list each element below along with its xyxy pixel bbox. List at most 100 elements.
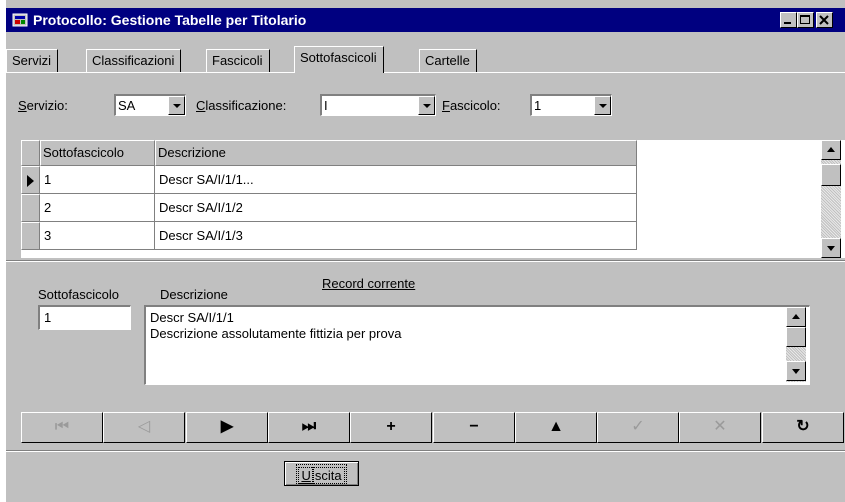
minimize-button[interactable]: [780, 12, 797, 28]
last-record-button[interactable]: ⏭: [268, 412, 350, 443]
chevron-down-icon: [599, 104, 607, 108]
classificazione-label-text: lassificazione:: [205, 98, 287, 113]
maximize-icon: [800, 15, 810, 24]
tab-servizi[interactable]: Servizi: [6, 49, 59, 72]
scroll-down-button[interactable]: [786, 361, 806, 381]
insert-record-button[interactable]: +: [350, 412, 432, 443]
tab-sottofascicoli[interactable]: Sottofascicoli: [294, 46, 384, 73]
scroll-thumb[interactable]: [786, 327, 806, 347]
next-record-icon: ▶: [220, 418, 234, 435]
delete-record-button[interactable]: −: [433, 412, 515, 443]
table-cell[interactable]: 3: [40, 222, 155, 250]
fascicolo-select[interactable]: 1: [530, 94, 612, 116]
classificazione-dropdown-button[interactable]: [418, 96, 435, 115]
row-indicator[interactable]: [21, 166, 40, 194]
post-edit-icon: ✓: [631, 418, 645, 435]
cell-text: Descr SA/I/1/3: [159, 228, 243, 243]
sottofascicolo-field-label: Sottofascicolo: [38, 287, 119, 302]
cell-text: 2: [44, 200, 52, 215]
descrizione-field-label: Descrizione: [160, 287, 228, 302]
current-record-icon: [27, 175, 34, 187]
tab-fascicoli[interactable]: Fascicoli: [206, 49, 270, 72]
edit-record-button[interactable]: ▲: [515, 412, 597, 443]
table-cell[interactable]: 1: [40, 166, 155, 194]
chevron-down-icon: [423, 104, 431, 108]
sottofascicolo-input[interactable]: 1: [38, 305, 131, 330]
close-icon: [819, 15, 829, 25]
servizio-value: SA: [118, 98, 136, 113]
cancel-edit-icon: ✕: [713, 418, 727, 435]
tab-strip: Servizi Classificazioni Fascicoli Sottof…: [6, 46, 845, 73]
prior-record-icon: ◁: [137, 418, 151, 435]
tab-classificazioni[interactable]: Classificazioni: [86, 49, 182, 72]
records-grid[interactable]: Sottofascicolo Descrizione 1 Descr SA/I/…: [21, 140, 845, 258]
tab-label: Cartelle: [425, 53, 470, 68]
exit-button-label: Uscita: [296, 464, 347, 484]
first-record-button[interactable]: ⏮: [21, 412, 103, 443]
cell-text: Descr SA/I/1/2: [159, 200, 243, 215]
servizio-dropdown-button[interactable]: [168, 96, 185, 115]
refresh-data-icon: ↻: [796, 418, 810, 435]
maximize-button[interactable]: [797, 12, 814, 28]
cell-text: 1: [44, 172, 52, 187]
exit-mnemonic: U: [298, 467, 314, 484]
arrow-up-icon: [827, 147, 835, 152]
edit-record-icon: ▲: [548, 418, 564, 435]
tab-divider: [6, 72, 845, 73]
close-button[interactable]: [816, 12, 833, 28]
tab-label: Sottofascicoli: [300, 50, 377, 65]
prior-record-button[interactable]: ◁: [103, 412, 185, 443]
classificazione-value: I: [324, 98, 328, 113]
fascicolo-dropdown-button[interactable]: [594, 96, 611, 115]
exit-label-rest: scita: [311, 467, 345, 484]
classificazione-select[interactable]: I: [320, 94, 436, 116]
column-header-descrizione[interactable]: Descrizione: [155, 140, 637, 166]
table-cell[interactable]: Descr SA/I/1/2: [155, 194, 637, 222]
post-edit-button[interactable]: ✓: [597, 412, 679, 443]
exit-button[interactable]: Uscita: [284, 461, 359, 486]
tab-label: Servizi: [12, 53, 52, 68]
scroll-down-button[interactable]: [821, 238, 841, 258]
arrow-down-icon: [792, 369, 800, 374]
first-record-icon: ⏮: [54, 418, 70, 435]
refresh-data-button[interactable]: ↻: [762, 412, 844, 443]
column-header-label: Sottofascicolo: [43, 145, 124, 160]
fascicolo-label-text: ascicolo:: [449, 98, 501, 113]
memo-scrollbar[interactable]: [786, 307, 806, 382]
column-header-sottofascicolo[interactable]: Sottofascicolo: [40, 140, 155, 166]
scroll-up-button[interactable]: [821, 140, 841, 160]
row-indicator[interactable]: [21, 194, 40, 222]
table-cell[interactable]: 2: [40, 194, 155, 222]
app-icon: [12, 13, 28, 27]
scroll-up-button[interactable]: [786, 307, 806, 327]
cell-text: Descr SA/I/1/1...: [159, 172, 254, 187]
window-title: Protocollo: Gestione Tabelle per Titolar…: [33, 12, 307, 28]
cancel-edit-button[interactable]: ✕: [679, 412, 761, 443]
chevron-down-icon: [173, 104, 181, 108]
tab-label: Classificazioni: [92, 53, 175, 68]
last-record-icon: ⏭: [301, 418, 317, 435]
servizio-label-text: ervizio:: [26, 98, 68, 113]
sottofascicolo-input-value: 1: [44, 310, 52, 325]
servizio-select[interactable]: SA: [114, 94, 186, 116]
descrizione-memo[interactable]: Descr SA/I/1/1 Descrizione assolutamente…: [144, 305, 810, 385]
footer-separator: [6, 450, 845, 452]
tab-cartelle[interactable]: Cartelle: [419, 49, 477, 72]
next-record-button[interactable]: ▶: [186, 412, 268, 443]
scroll-thumb[interactable]: [821, 164, 841, 186]
record-heading: Record corrente: [322, 276, 416, 291]
tab-label: Fascicoli: [212, 53, 263, 68]
delete-record-icon: −: [469, 418, 479, 435]
cell-text: 3: [44, 228, 52, 243]
title-bar[interactable]: Protocollo: Gestione Tabelle per Titolar…: [6, 8, 845, 32]
fascicolo-value: 1: [534, 98, 542, 113]
table-cell[interactable]: Descr SA/I/1/3: [155, 222, 637, 250]
memo-line: Descr SA/I/1/1: [150, 310, 234, 325]
grid-corner: [21, 140, 40, 166]
row-indicator[interactable]: [21, 222, 40, 250]
grid-scrollbar[interactable]: [821, 140, 841, 258]
main-window: Protocollo: Gestione Tabelle per Titolar…: [6, 0, 845, 502]
memo-line: Descrizione assolutamente fittizia per p…: [150, 326, 402, 341]
fascicolo-label: Fascicolo:: [442, 98, 501, 113]
table-cell[interactable]: Descr SA/I/1/1...: [155, 166, 637, 194]
